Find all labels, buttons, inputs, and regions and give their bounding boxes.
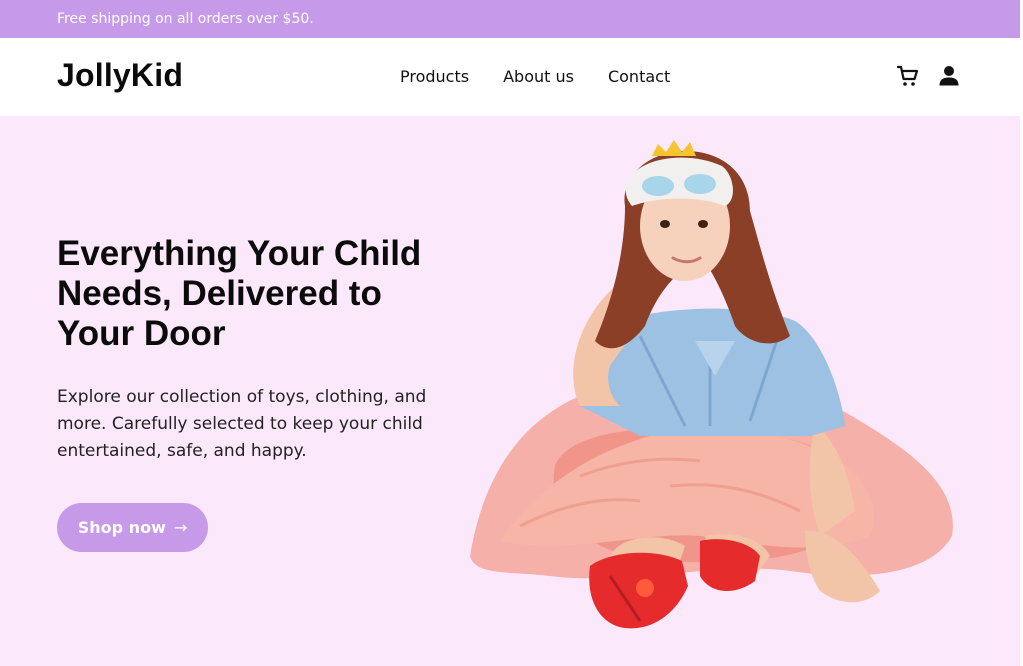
nav-link-products[interactable]: Products [400,67,469,86]
nav-link-contact[interactable]: Contact [608,67,670,86]
logo[interactable]: JollyKid [57,57,183,94]
hero-section: Everything Your Child Needs, Delivered t… [0,116,1020,666]
nav-link-about-us[interactable]: About us [503,67,574,86]
child-photo [470,140,953,629]
site-header: JollyKid Products About us Contact [0,38,1020,116]
promo-text: Free shipping on all orders over $50. [57,11,314,27]
shop-now-button[interactable]: Shop now → [57,503,208,552]
hero-title: Everything Your Child Needs, Delivered t… [57,234,422,353]
user-icon[interactable] [937,64,961,88]
shop-now-label: Shop now [77,518,166,537]
promo-bar: Free shipping on all orders over $50. [0,0,1020,38]
arrow-right-icon: → [173,518,188,537]
header-actions [896,64,978,88]
cart-icon[interactable] [896,64,920,88]
hero-subtitle: Explore our collection of toys, clothing… [57,387,427,461]
main-nav: Products About us Contact [400,67,704,86]
